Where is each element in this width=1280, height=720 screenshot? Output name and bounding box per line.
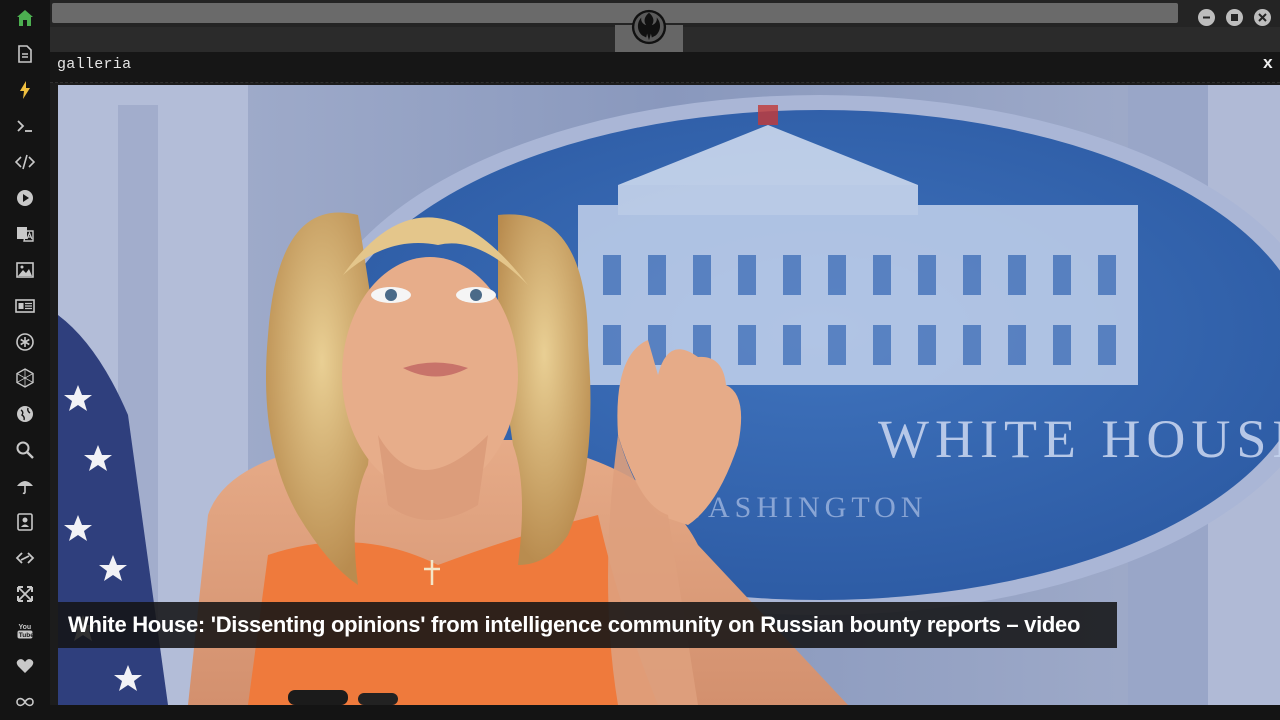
sidebar-item-news[interactable] [0,288,50,324]
top-bar [50,0,1280,52]
news-icon [15,299,35,313]
sidebar: You Tube [0,0,50,720]
svg-text:Tube: Tube [19,632,34,639]
play-icon [17,190,33,206]
rebel-alliance-logo-icon [631,9,667,45]
document-icon [18,45,32,63]
panel-close-button[interactable]: x [1263,55,1273,74]
maximize-button[interactable] [1226,9,1243,26]
bottom-strip [50,705,1280,720]
sidebar-item-contacts[interactable] [0,504,50,540]
sidebar-item-translate[interactable] [0,216,50,252]
sidebar-item-asterisk[interactable] [0,324,50,360]
expand-icon [17,586,33,602]
sidebar-item-favorites[interactable] [0,648,50,684]
sidebar-item-terminal[interactable] [0,108,50,144]
sidebar-item-globe[interactable] [0,396,50,432]
panel-header: galleria x [50,52,1280,83]
link-diamond-icon [15,552,35,564]
minimize-button[interactable] [1198,9,1215,26]
terminal-icon [17,120,32,132]
code-icon [15,154,35,170]
contact-card-icon [17,513,33,531]
maximize-icon [1231,14,1238,21]
sidebar-item-hexagon[interactable] [0,360,50,396]
search-icon [16,441,34,459]
sidebar-item-play[interactable] [0,180,50,216]
lightning-icon [20,81,30,99]
sidebar-item-document[interactable] [0,36,50,72]
sign-subtitle: WASHINGTON [678,491,927,524]
svg-text:You: You [19,624,32,631]
translate-icon [17,227,34,242]
sidebar-item-lightning[interactable] [0,72,50,108]
sidebar-item-code[interactable] [0,144,50,180]
image-icon [16,262,34,278]
sidebar-item-youtube[interactable]: You Tube [0,612,50,648]
sidebar-item-infinity[interactable] [0,684,50,720]
sidebar-item-expand[interactable] [0,576,50,612]
heart-icon [16,659,34,673]
hexagon-icon [16,368,34,388]
close-icon [1258,13,1267,22]
youtube-icon: YouTube [17,624,34,639]
image-caption: White House: 'Dissenting opinions' from … [58,602,1117,648]
asterisk-icon [16,333,34,351]
sidebar-item-images[interactable] [0,252,50,288]
address-bar[interactable] [52,3,1178,23]
sidebar-item-links[interactable] [0,540,50,576]
globe-icon [17,406,33,422]
sign-title: WHITE HOUSE [878,409,1280,469]
sidebar-item-search[interactable] [0,432,50,468]
panel-title: galleria [57,56,132,73]
umbrella-icon [17,481,33,495]
home-icon [17,10,33,26]
sidebar-item-umbrella[interactable] [0,468,50,504]
caption-text: White House: 'Dissenting opinions' from … [68,612,1081,637]
minimize-icon [1203,16,1210,19]
infinity-icon [16,697,34,707]
close-window-button[interactable] [1254,9,1271,26]
sidebar-item-home[interactable] [0,0,50,36]
